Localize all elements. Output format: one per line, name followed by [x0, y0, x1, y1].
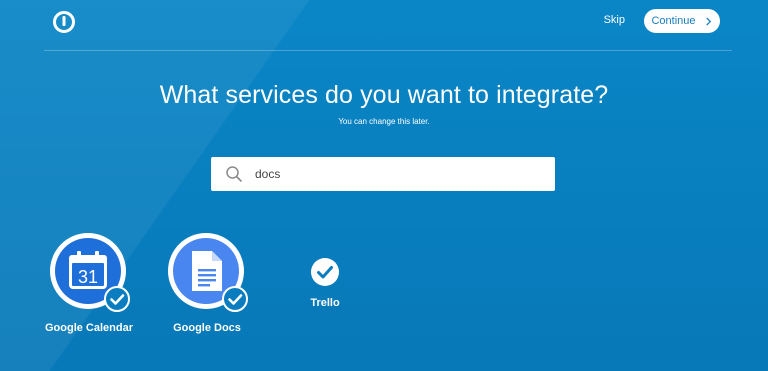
- search-icon: [226, 166, 242, 182]
- continue-button-label: Continue: [651, 15, 696, 27]
- check-icon: [222, 286, 248, 312]
- google-docs-icon: [192, 251, 222, 291]
- check-icon: [311, 258, 339, 286]
- service-label: Google Docs: [173, 322, 241, 334]
- logo-icon[interactable]: [52, 10, 76, 34]
- chevron-right-icon: [705, 16, 711, 26]
- search-input[interactable]: [255, 163, 535, 185]
- top-bar: Skip Continue: [44, 0, 732, 51]
- svg-text:31: 31: [78, 267, 98, 287]
- service-label: Google Calendar: [44, 322, 134, 334]
- check-icon: [104, 286, 130, 312]
- search-box[interactable]: [211, 157, 555, 191]
- skip-button[interactable]: Skip: [604, 14, 625, 26]
- service-label: Trello: [310, 297, 340, 309]
- service-google-calendar[interactable]: 31 Google Calendar: [45, 233, 160, 343]
- service-google-docs[interactable]: Google Docs: [168, 233, 278, 343]
- page-title: What services do you want to integrate?: [159, 81, 609, 109]
- service-trello[interactable]: Trello: [310, 257, 340, 312]
- page-subtitle: You can change this later.: [338, 117, 430, 126]
- continue-button[interactable]: Continue: [644, 9, 720, 33]
